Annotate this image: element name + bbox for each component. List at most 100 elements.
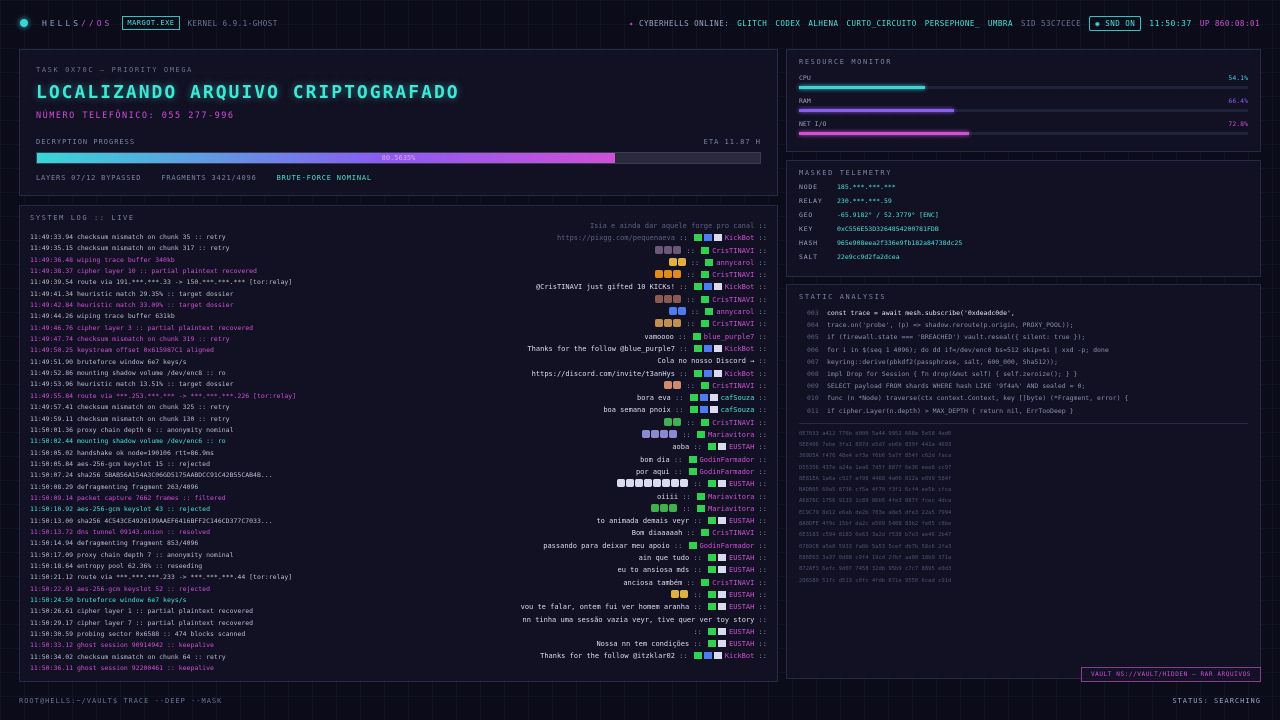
brand-name: HELLS	[42, 18, 82, 28]
online-user[interactable]: GLITCH	[737, 19, 767, 28]
chat-text: bora eva	[637, 394, 671, 403]
separator: ::	[754, 369, 767, 378]
chat-username[interactable]: CrisTINAVI	[712, 296, 754, 304]
separator: ::	[754, 529, 767, 538]
log-line: 11:50:18.64 entropy pool 62.36% :: resee…	[30, 561, 203, 570]
chat-message: :: EUSTAH ::	[387, 478, 767, 490]
chat-username[interactable]: annycarol	[716, 308, 754, 316]
vault-button[interactable]: VAULT NS://VAULT/HIDDEN — RAR ARQUIVOS	[1081, 667, 1261, 682]
decryption-header: DECRYPTION PROGRESS ETA 11.87 H	[36, 138, 761, 146]
chat-username[interactable]: EUSTAH	[729, 591, 754, 599]
resource-label: NET I/O	[799, 120, 827, 128]
separator: ::	[754, 394, 767, 403]
verified-badge-icon	[703, 652, 712, 660]
kick-badge-icon	[708, 443, 717, 451]
separator: ::	[754, 320, 767, 329]
chat-username[interactable]: CrisTINAVI	[712, 247, 754, 255]
line-number: 010	[807, 394, 819, 403]
telemetry-row: NODE 185.***.***.***	[799, 183, 1248, 191]
log-line: 11:50:36.11 ghost session 92200461 :: ke…	[30, 664, 214, 673]
chat-text: Isia e ainda dar aquele forge pro canal	[589, 222, 755, 230]
chat-message: :: CrisTINAVI ::	[387, 417, 767, 429]
chat-username[interactable]: cafSouza	[721, 394, 755, 402]
chat-message: :: annycarol ::	[387, 257, 767, 269]
chat-username[interactable]: CrisTINAVI	[712, 579, 754, 587]
emote-icon	[680, 589, 689, 598]
process-badge[interactable]: MARGOT.EXE	[122, 16, 180, 30]
chat-username[interactable]: CrisTINAVI	[712, 382, 754, 390]
resource-head: CPU 54.1%	[799, 74, 1248, 82]
sound-toggle[interactable]: ◉ SND ON	[1089, 15, 1142, 31]
chat-username[interactable]: KickBot	[725, 234, 755, 242]
separator: ::	[670, 394, 688, 403]
chat-text: passando para deixar meu apoio	[543, 541, 670, 550]
separator: ::	[682, 578, 700, 587]
kick-badge-icon	[705, 258, 714, 266]
chat-message: nn tinha uma sessão vazia veyr, tive que…	[387, 614, 767, 626]
line-number: 006	[807, 345, 819, 354]
line-number: 004	[807, 321, 819, 330]
chat-username[interactable]: cafSouza	[721, 406, 755, 414]
chat-username[interactable]: Mariavitora	[708, 505, 754, 513]
chat-username[interactable]: Mariavitora	[708, 431, 754, 439]
chat-username[interactable]: CrisTINAVI	[712, 320, 754, 328]
separator: ::	[754, 615, 767, 624]
telemetry-key: SALT	[799, 253, 818, 261]
separator: ::	[754, 406, 767, 415]
online-user[interactable]: CURTO_CIRCUITO	[847, 19, 917, 28]
online-user[interactable]: ALHENA	[808, 19, 838, 28]
log-line: 11:50:02.44 mounting shadow volume /dev/…	[30, 437, 226, 446]
separator: ::	[754, 381, 767, 390]
separator: ::	[682, 418, 700, 427]
online-user[interactable]: PERSEPHONE_	[925, 19, 980, 28]
separator: ::	[674, 369, 692, 378]
chat-username[interactable]: KickBot	[725, 283, 755, 291]
chat-username[interactable]: blue_purple7	[704, 333, 755, 341]
verified-badge-icon	[703, 283, 712, 291]
chat-username[interactable]: EUSTAH	[729, 640, 754, 648]
chat-username[interactable]: EUSTAH	[729, 443, 754, 451]
chat-username[interactable]: CrisTINAVI	[712, 419, 754, 427]
separator: ::	[682, 381, 700, 390]
bottom-bar: ROOT@HELLS:~/VAULT$ TRACE --DEEP --MASK …	[0, 690, 1280, 712]
chat-username[interactable]: CrisTINAVI	[712, 529, 754, 537]
log-line: 11:49:47.74 checksum mismatch on chunk 3…	[30, 335, 230, 344]
resource-bar	[799, 132, 1248, 135]
system-log[interactable]: SYSTEM LOG :: LIVE 11:49:33.94 checksum …	[19, 205, 778, 682]
chat-username[interactable]: EUSTAH	[729, 554, 754, 562]
emote-icon	[651, 503, 660, 512]
chat-username[interactable]: EUSTAH	[729, 480, 754, 488]
chat-username[interactable]: KickBot	[725, 652, 755, 660]
chat-username[interactable]: KickBot	[725, 370, 755, 378]
chat-username[interactable]: EUSTAH	[729, 566, 754, 574]
separator: ::	[674, 344, 692, 353]
chat-username[interactable]: EUSTAH	[729, 628, 754, 636]
online-user[interactable]: CODEX	[775, 19, 800, 28]
separator: ::	[754, 344, 767, 353]
chat-username[interactable]: GodinFarmador	[700, 456, 755, 464]
chat-username[interactable]: CrisTINAVI	[712, 271, 754, 279]
satellite-icon: ✦	[628, 18, 639, 28]
log-line: 11:50:17.09 proxy chain depth 7 :: anony…	[30, 550, 234, 559]
telemetry-key: GEO	[799, 211, 814, 219]
code-text: trace.on('probe', (p) => shadow.reroute(…	[827, 321, 1074, 330]
chat-username[interactable]: EUSTAH	[729, 603, 754, 611]
chat-username[interactable]: annycarol	[716, 259, 754, 267]
kick-badge-icon	[701, 529, 710, 537]
hex-line: D55356 437e a24a 1ea6 7d5f 887f 6e36 eee…	[799, 464, 952, 471]
chat-text: Thanks for the follow @blue_purple7	[527, 344, 675, 353]
sound-toggle-label: SND ON	[1105, 18, 1136, 28]
chat-username[interactable]: Mariavitora	[708, 493, 754, 501]
online-user[interactable]: UMBRA	[988, 19, 1013, 28]
log-line: 11:49:50.25 keystream offset 0x615987C1 …	[30, 346, 214, 355]
verified-badge-icon	[699, 406, 708, 414]
chat-username[interactable]: GodinFarmador	[700, 468, 755, 476]
chat-text: Nossa nn tem condições	[596, 640, 690, 649]
chat-username[interactable]: EUSTAH	[729, 517, 754, 525]
code-view[interactable]: 003 const trace = await mesh.subscribe('0…	[799, 307, 1248, 417]
chat-username[interactable]: KickBot	[725, 345, 755, 353]
chat-username[interactable]: GodinFarmador	[700, 542, 755, 550]
telemetry-key: RELAY	[799, 197, 823, 205]
terminal-prompt[interactable]: ROOT@HELLS:~/VAULT$ TRACE --DEEP --MASK	[19, 697, 222, 705]
kick-badge-icon	[693, 652, 702, 660]
